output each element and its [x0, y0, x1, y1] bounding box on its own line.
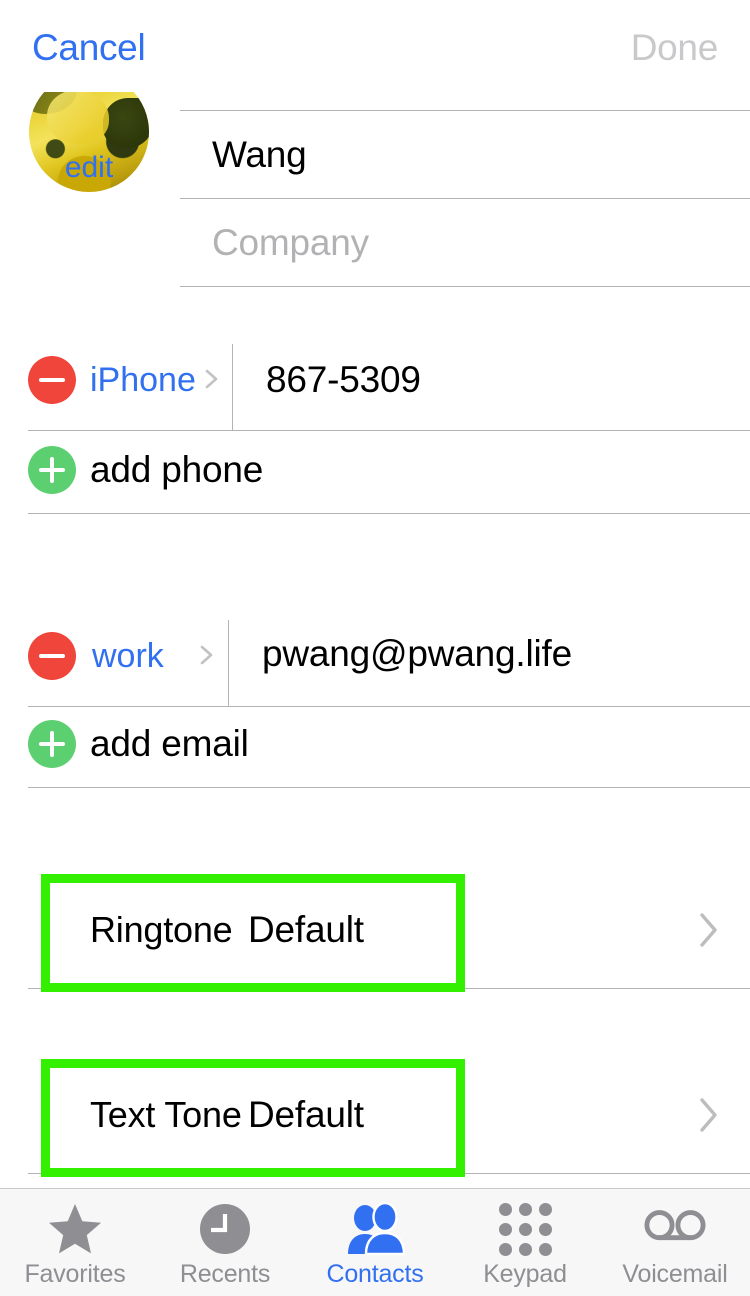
add-email-button[interactable] — [28, 720, 76, 768]
email-value[interactable]: pwang@pwang.life — [262, 632, 572, 676]
minus-icon — [39, 378, 65, 382]
minus-icon — [39, 654, 65, 658]
voicemail-icon — [644, 1201, 706, 1257]
add-phone-button[interactable] — [28, 446, 76, 494]
phone-value[interactable]: 867-5309 — [266, 358, 421, 402]
tab-bar: Favorites Recents Contacts Keypad Voicem… — [0, 1188, 750, 1296]
add-phone-label[interactable]: add phone — [90, 448, 263, 492]
chevron-right-icon — [696, 1094, 722, 1136]
contact-form-scroll-area[interactable]: edit Wang Company iPhone 867-5309 add ph… — [0, 92, 750, 1188]
tab-keypad[interactable]: Keypad — [450, 1189, 600, 1296]
star-icon — [44, 1201, 106, 1257]
tab-favorites[interactable]: Favorites — [0, 1189, 150, 1296]
phone-section-separator — [28, 513, 750, 514]
field-separator-company — [180, 286, 750, 287]
ringtone-value: Default — [248, 909, 364, 950]
chevron-right-icon — [696, 909, 722, 951]
last-name-field[interactable]: Wang — [180, 111, 750, 199]
add-email-label[interactable]: add email — [90, 722, 249, 766]
plus-icon — [50, 457, 54, 483]
tab-voicemail[interactable]: Voicemail — [600, 1189, 750, 1296]
tab-label-recents: Recents — [179, 1260, 271, 1288]
edit-photo-link[interactable]: edit — [29, 150, 149, 186]
clock-icon — [194, 1201, 256, 1257]
company-placeholder: Company — [212, 222, 369, 263]
text-tone-label: Text Tone — [90, 1094, 242, 1135]
remove-email-button[interactable] — [28, 632, 76, 680]
avatar-image-detail — [103, 98, 149, 148]
tab-label-contacts: Contacts — [326, 1260, 424, 1288]
remove-phone-button[interactable] — [28, 356, 76, 404]
text-tone-row[interactable]: Text Tone Default — [0, 1057, 750, 1173]
contacts-edit-screen: Cancel Done edit Wang Company iPhone 867… — [0, 0, 750, 1296]
avatar-container[interactable]: edit — [29, 92, 149, 192]
chevron-right-icon — [194, 643, 218, 667]
company-field[interactable]: Company — [180, 199, 750, 287]
phone-label[interactable]: iPhone — [90, 360, 196, 400]
phone-row-column-divider — [232, 344, 233, 430]
navigation-bar: Cancel Done — [0, 0, 750, 92]
tab-label-favorites: Favorites — [24, 1260, 126, 1288]
last-name-value: Wang — [212, 134, 307, 175]
email-entry-separator — [28, 706, 750, 707]
ringtone-row[interactable]: Ringtone Default — [0, 872, 750, 988]
text-tone-row-separator — [28, 1173, 750, 1174]
plus-icon — [50, 731, 54, 757]
text-tone-value: Default — [248, 1094, 364, 1135]
chevron-right-icon — [199, 367, 223, 391]
avatar-image-detail — [47, 92, 109, 144]
tab-recents[interactable]: Recents — [150, 1189, 300, 1296]
email-label[interactable]: work — [92, 636, 164, 676]
cancel-button[interactable]: Cancel — [32, 26, 146, 70]
ringtone-label: Ringtone — [90, 909, 233, 950]
keypad-grid-icon — [494, 1201, 556, 1257]
ringtone-row-separator — [28, 988, 750, 989]
tab-contacts[interactable]: Contacts — [300, 1189, 450, 1296]
phone-entry-separator — [28, 430, 750, 431]
done-button[interactable]: Done — [631, 26, 719, 70]
email-section-separator — [28, 787, 750, 788]
people-icon — [344, 1201, 406, 1257]
tab-label-voicemail: Voicemail — [622, 1260, 728, 1288]
email-row-column-divider — [228, 620, 229, 706]
tab-label-keypad: Keypad — [483, 1260, 567, 1288]
